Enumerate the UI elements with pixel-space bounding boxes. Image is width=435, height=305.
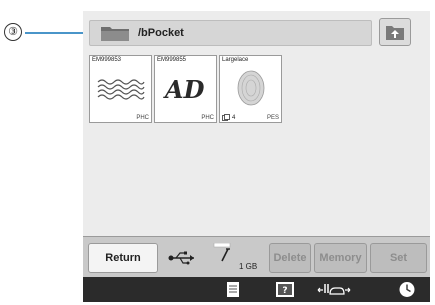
file-count-value: 4 xyxy=(232,114,236,121)
file-tile-1[interactable]: EM999855 AD PHC xyxy=(154,55,217,123)
file-name: EM999855 xyxy=(157,57,187,63)
embroidery-preview: AD xyxy=(163,75,205,104)
callout-line xyxy=(25,32,88,34)
callout-number: ③ xyxy=(4,23,22,41)
path-bar: /bPocket xyxy=(89,20,372,46)
file-format: PHC xyxy=(136,115,149,121)
machine-screen: /bPocket EM999853 PHC EM999855 AD PHC La… xyxy=(83,11,430,302)
usb-icon[interactable] xyxy=(168,251,198,265)
delete-button[interactable]: Delete xyxy=(269,243,311,273)
memory-button[interactable]: Memory xyxy=(314,243,367,273)
embroidery-preview xyxy=(237,70,265,106)
document-icon[interactable] xyxy=(226,281,240,298)
return-button[interactable]: Return xyxy=(88,243,158,273)
folder-up-button[interactable] xyxy=(379,18,411,46)
svg-text:AD: AD xyxy=(163,75,205,104)
stage: ③ /bPocket EM999853 PHC EM999855 AD PHC … xyxy=(0,0,435,305)
help-icon[interactable]: ? xyxy=(275,281,295,298)
set-button[interactable]: Set xyxy=(370,243,427,273)
file-tile-0[interactable]: EM999853 PHC xyxy=(89,55,152,123)
file-format: PES xyxy=(266,115,279,121)
file-format: PHC xyxy=(201,115,214,121)
footer-bar: Return 1 GB Delete Memory Set xyxy=(83,236,430,277)
svg-text:?: ? xyxy=(282,286,287,296)
file-count: 4 xyxy=(222,114,235,121)
clock-icon[interactable] xyxy=(398,281,416,298)
bottom-toolbar: ? xyxy=(83,277,430,302)
presser-foot-icon[interactable] xyxy=(317,281,351,298)
file-tile-2[interactable]: Largelace 4 PES xyxy=(219,55,282,123)
folder-icon xyxy=(101,27,129,41)
file-name: EM999853 xyxy=(92,57,122,63)
folder-up-icon xyxy=(386,26,404,40)
memory-icon xyxy=(213,243,231,262)
pages-icon xyxy=(222,114,230,121)
embroidery-preview xyxy=(97,79,145,100)
current-path: /bPocket xyxy=(138,27,184,39)
memory-size: 1 GB xyxy=(239,262,258,271)
file-name: Largelace xyxy=(222,57,249,63)
